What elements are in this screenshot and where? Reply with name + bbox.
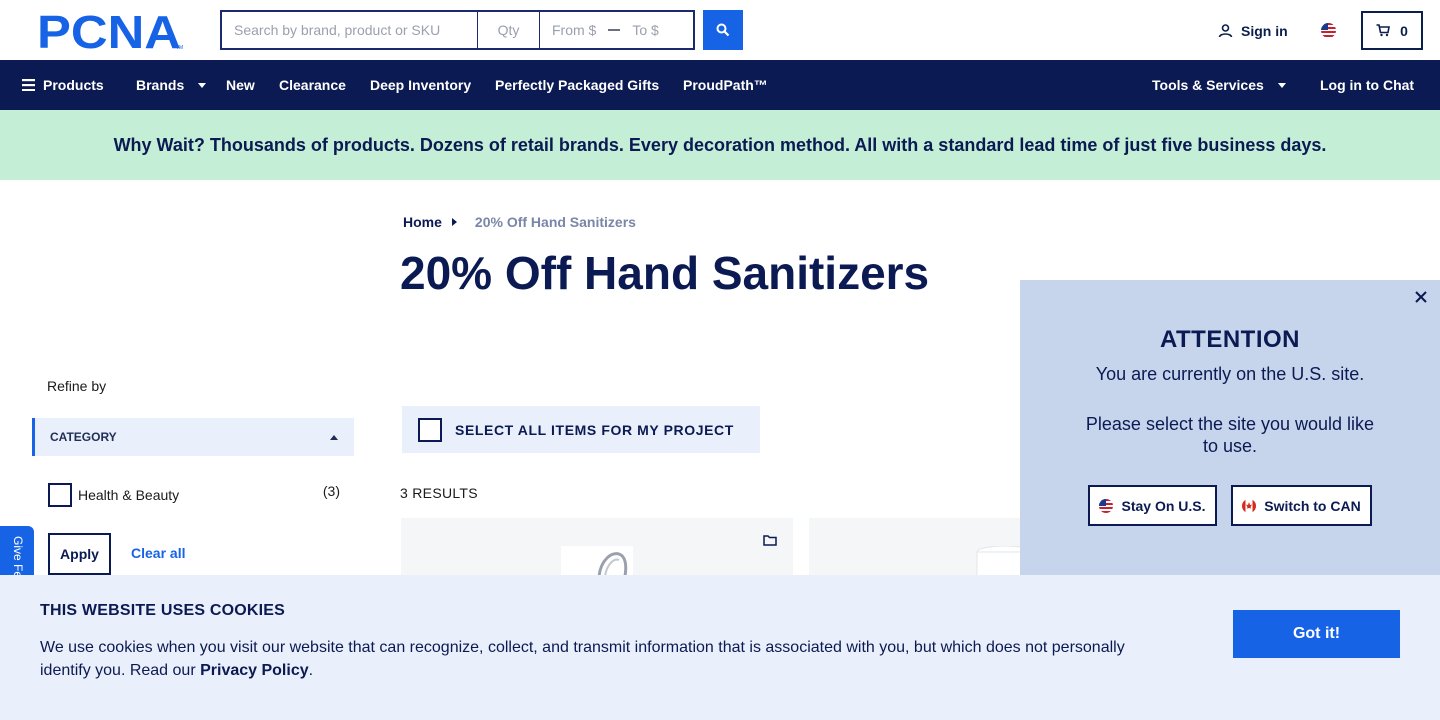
price-to-input[interactable]: To $ (632, 22, 658, 38)
nav-clearance-label: Clearance (279, 77, 346, 93)
promo-banner: Why Wait? Thousands of products. Dozens … (0, 110, 1440, 180)
main-nav: Products Brands New Clearance Deep Inven… (0, 60, 1440, 110)
category-facet-header[interactable]: CATEGORY (32, 418, 354, 456)
logo-text: PCNA (37, 12, 181, 50)
nav-chat[interactable]: Log in to Chat (1320, 60, 1414, 110)
cookie-body-end: . (308, 662, 314, 679)
cookie-text: We use cookies when you visit our websit… (40, 636, 1160, 682)
nav-brands[interactable]: Brands (136, 60, 207, 110)
attention-message: You are currently on the U.S. site. (1095, 364, 1365, 384)
canada-flag-icon (1242, 498, 1257, 513)
folder-icon[interactable] (763, 534, 777, 546)
sign-in-link[interactable]: Sign in (1218, 22, 1288, 40)
select-all-label: SELECT ALL ITEMS FOR MY PROJECT (455, 421, 734, 438)
apply-button[interactable]: Apply (48, 533, 111, 575)
nav-tools-label: Tools & Services (1152, 77, 1264, 93)
top-header: PCNA TM Search by brand, product or SKU … (0, 0, 1440, 60)
nav-proudpath-label: ProudPath™ (683, 77, 768, 93)
nav-tools-services[interactable]: Tools & Services (1152, 60, 1286, 110)
cookie-title: THIS WEBSITE USES COOKIES (40, 602, 286, 619)
us-flag-icon (1099, 498, 1114, 513)
chevron-up-icon (330, 434, 338, 440)
stay-us-button[interactable]: Stay On U.S. (1088, 485, 1217, 526)
search-bar: Search by brand, product or SKU Qty From… (220, 10, 695, 50)
qty-input[interactable]: Qty (478, 12, 540, 48)
nav-brands-label: Brands (136, 77, 185, 93)
pcna-logo[interactable]: PCNA TM (37, 6, 185, 58)
facet-checkbox[interactable] (48, 483, 72, 507)
facet-count: (3) (322, 483, 340, 499)
switch-can-button[interactable]: Switch to CAN (1231, 485, 1372, 526)
clear-all-link[interactable]: Clear all (131, 545, 185, 561)
promo-text: Why Wait? Thousands of products. Dozens … (113, 134, 1327, 155)
product-image (561, 546, 633, 576)
facet-option[interactable]: Health & Beauty (3) (48, 483, 340, 507)
nav-new-label: New (226, 77, 255, 93)
chevron-down-icon (1277, 82, 1286, 88)
nav-products[interactable]: Products (22, 60, 104, 110)
cart-button[interactable]: 0 (1361, 11, 1423, 50)
site-selector-modal: ATTENTION You are currently on the U.S. … (1020, 280, 1440, 580)
page-title: 20% Off Hand Sanitizers (400, 247, 930, 299)
qty-placeholder: Qty (497, 22, 520, 38)
sign-in-label: Sign in (1241, 23, 1288, 39)
got-it-button[interactable]: Got it! (1233, 610, 1400, 658)
price-from-input[interactable]: From $ (552, 22, 596, 38)
select-all-button[interactable]: SELECT ALL ITEMS FOR MY PROJECT (402, 406, 760, 453)
nav-deep-inventory[interactable]: Deep Inventory (370, 60, 471, 110)
breadcrumb-separator-icon (451, 218, 457, 226)
cookie-banner: THIS WEBSITE USES COOKIES We use cookies… (0, 575, 1440, 720)
category-label: CATEGORY (50, 430, 117, 444)
nav-clearance[interactable]: Clearance (279, 60, 346, 110)
nav-new[interactable]: New (226, 60, 255, 110)
feedback-label: Give Fe (11, 536, 25, 579)
price-range: From $ To $ (540, 12, 693, 48)
cart-count: 0 (1400, 22, 1408, 39)
nav-proudpath[interactable]: ProudPath™ (683, 60, 768, 110)
refine-by-label: Refine by (47, 378, 107, 394)
select-all-checkbox[interactable] (418, 417, 442, 442)
search-input[interactable]: Search by brand, product or SKU (222, 12, 478, 48)
privacy-policy-link[interactable]: Privacy Policy (200, 662, 309, 679)
user-icon (1218, 24, 1233, 38)
nav-deep-inventory-label: Deep Inventory (370, 77, 472, 93)
search-button[interactable] (703, 10, 743, 50)
nav-chat-label: Log in to Chat (1320, 77, 1415, 93)
nav-gifts-label: Perfectly Packaged Gifts (495, 77, 660, 93)
search-placeholder: Search by brand, product or SKU (234, 22, 441, 38)
range-dash (608, 29, 621, 31)
attention-prompt: Please select the site you would like to… (1085, 414, 1375, 456)
breadcrumb-current: 20% Off Hand Sanitizers (474, 214, 636, 230)
close-icon[interactable] (1414, 290, 1428, 304)
breadcrumb-home[interactable]: Home (403, 214, 442, 230)
switch-can-label: Switch to CAN (1264, 497, 1361, 514)
stay-us-label: Stay On U.S. (1121, 497, 1206, 514)
hamburger-icon (22, 79, 35, 91)
nav-gifts[interactable]: Perfectly Packaged Gifts (495, 60, 659, 110)
chevron-down-icon (198, 82, 207, 88)
results-count: 3 RESULTS (400, 485, 478, 501)
breadcrumb: Home 20% Off Hand Sanitizers (403, 214, 636, 230)
search-icon (716, 23, 730, 37)
svg-text:TM: TM (176, 45, 183, 50)
facet-label: Health & Beauty (78, 487, 180, 503)
attention-title: ATTENTION (1159, 326, 1301, 353)
us-flag-icon[interactable] (1321, 23, 1336, 38)
nav-products-label: Products (43, 77, 104, 93)
cart-icon (1376, 24, 1391, 37)
